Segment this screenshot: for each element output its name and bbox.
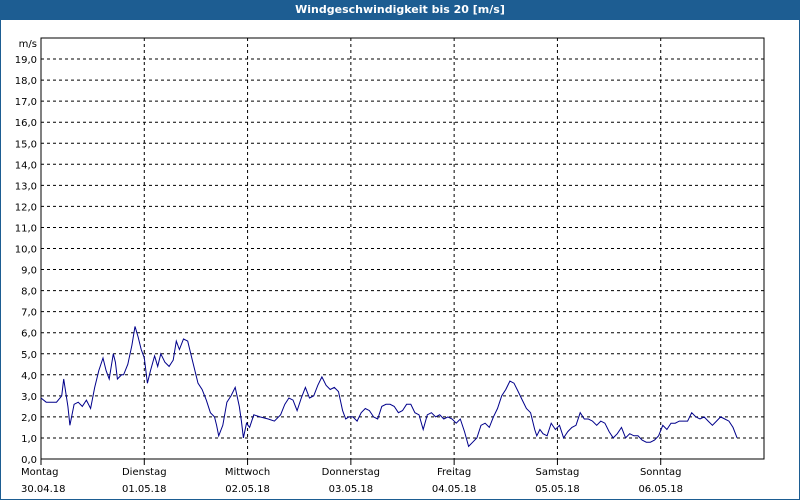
x-tick-date-label: 06.05.18 [638,484,683,495]
y-tick-label: 11,0 [15,223,37,234]
y-tick-label: 14,0 [15,160,37,171]
wind-speed-series-line [40,326,738,448]
y-tick-label: 8,0 [21,287,37,298]
y-tick-label: 1,0 [21,434,37,445]
x-tick-day-label: Montag [21,467,58,478]
y-tick-label: 12,0 [15,202,37,213]
y-tick-label: 16,0 [15,118,37,129]
x-tick-day-label: Samstag [536,467,580,478]
y-tick-label: 9,0 [21,266,37,277]
y-tick-label: 7,0 [21,308,37,319]
y-tick-label: 0,0 [21,455,37,466]
x-tick-day-label: Sonntag [640,467,682,478]
y-axis-unit-label: m/s [19,39,37,50]
x-tick-date-label: 02.05.18 [225,484,270,495]
x-tick-date-label: 05.05.18 [535,484,580,495]
chart-title: Windgeschwindigkeit bis 20 [m/s] [295,3,505,16]
y-tick-label: 3,0 [21,392,37,403]
wind-speed-chart: 0,0 1,0 2,0 3,0 4,0 5,0 6,0 7,0 8,0 9,0 10,0 11,0 12… [15,37,765,495]
y-tick-label: 5,0 [21,350,37,361]
x-tick-date-label: 03.05.18 [329,484,374,495]
x-tick-day-label: Freitag [437,467,471,478]
y-tick-label: 19,0 [15,55,37,66]
y-tick-label: 2,0 [21,413,37,424]
y-tick-label: 10,0 [15,245,37,256]
x-tick-day-label: Dienstag [122,467,167,478]
y-tick-label: 13,0 [15,181,37,192]
y-tick-label: 15,0 [15,139,37,150]
x-tick-day-label: Donnerstag [322,467,380,478]
x-tick-date-label: 01.05.18 [122,484,167,495]
y-tick-label: 18,0 [15,76,37,87]
x-tick-date-label: 04.05.18 [432,484,477,495]
y-tick-label: 4,0 [21,371,37,382]
y-tick-label: 6,0 [21,329,37,340]
y-tick-label: 17,0 [15,97,37,108]
x-tick-day-label: Mittwoch [225,467,270,478]
chart-title-bar: Windgeschwindigkeit bis 20 [m/s] [0,0,800,20]
x-tick-date-label: 30.04.18 [21,484,66,495]
